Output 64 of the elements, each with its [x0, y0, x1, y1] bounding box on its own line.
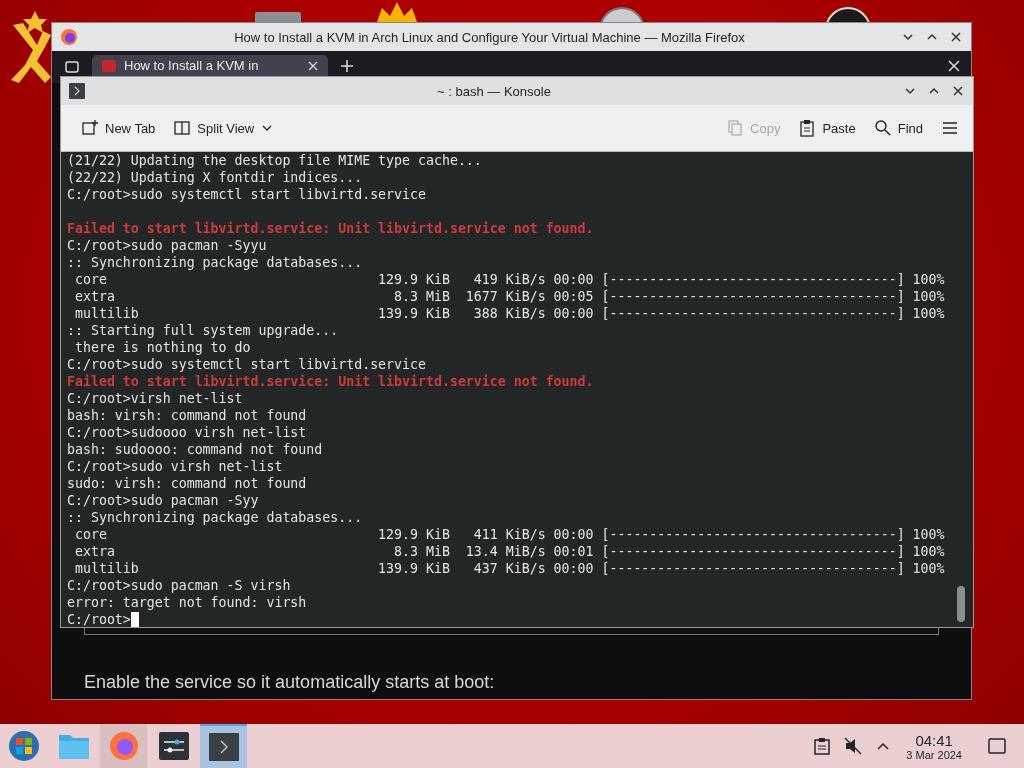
window-title: How to Install a KVM in Arch Linux and Configure Your Virtual Machine — Mozilla Firefox: [233, 29, 746, 45]
new-tab-icon[interactable]: [340, 59, 354, 73]
error-line: Failed to start libvirtd.service: Unit libvirtd.service not found.: [67, 221, 594, 236]
terminal-line: :: Synchronizing package databases...: [67, 510, 363, 525]
clock-time[interactable]: 04:41: [915, 731, 953, 749]
terminal-line: :: Starting full system upgrade...: [67, 323, 339, 338]
clipboard-icon[interactable]: [814, 737, 831, 755]
clipboard-icon: [798, 119, 817, 137]
window-title: ~ : bash — Konsole: [436, 83, 552, 99]
terminal-icon: [208, 733, 239, 761]
search-icon: [873, 119, 892, 137]
terminal-line: C:/root>sudo virsh net-list: [67, 459, 283, 474]
error-line: Failed to start libvirtd.service: Unit libvirtd.service not found.: [67, 374, 594, 389]
terminal-line: C:/root>sudo pacman -S virsh: [67, 578, 291, 593]
terminal-line: core 129.9 KiB 419 KiB/s 00:00 [------------------------------------] 100%: [73, 272, 945, 287]
terminal-icon[interactable]: [69, 83, 85, 99]
terminal-task-button[interactable]: [200, 724, 247, 768]
desktop-icon: [255, 12, 301, 22]
terminal-line: multilib 139.9 KiB 388 KiB/s 00:00 [------------------------------------] 100%: [73, 306, 945, 321]
terminal-line: C:/root>sudoooo virsh net-list: [67, 425, 307, 440]
sliders-icon: [158, 732, 189, 760]
paste-button[interactable]: Paste: [792, 115, 862, 141]
split-view-icon: [173, 119, 192, 137]
terminal-line: bash: sudoooo: command not found: [67, 442, 323, 457]
paragraph: Enable the service so it automatically starts at boot:: [84, 672, 495, 693]
scrollbar[interactable]: [957, 586, 965, 622]
close-icon[interactable]: [951, 84, 965, 98]
terminal-line: bash: virsh: command not found: [67, 408, 307, 423]
close-icon[interactable]: [947, 59, 961, 73]
folder-icon: [57, 732, 90, 760]
terminal-line: C:/root>virsh net-list: [67, 391, 243, 406]
terminal-line: extra 8.3 MiB 13.4 MiB/s 00:01 [------------------------------------] 100%: [73, 544, 945, 559]
terminal-line: multilib 139.9 KiB 437 KiB/s 00:00 [------------------------------------] 100%: [73, 561, 945, 576]
browser-tab[interactable]: How to Install a KVM in: [92, 55, 328, 76]
text-cursor: [130, 612, 139, 627]
terminal-line: error: target not found: virsh: [67, 595, 307, 610]
favicon-icon: [102, 59, 116, 72]
close-icon[interactable]: [308, 60, 318, 71]
terminal-line: C:/root>sudo systemctl start libvirtd.service: [67, 187, 426, 202]
firefox-icon[interactable]: [60, 28, 78, 46]
clock-date[interactable]: 3 Mar 2024: [906, 748, 962, 761]
terminal-line: (22/22) Updating X fontdir indices...: [67, 170, 363, 185]
browser-icon: [108, 731, 139, 761]
new-tab-icon: [81, 119, 99, 137]
find-button[interactable]: Find: [867, 115, 929, 141]
terminal-line: extra 8.3 MiB 1677 KiB/s 00:05 [------------------------------------] 100%: [73, 289, 945, 304]
show-desktop-icon[interactable]: [988, 738, 1006, 754]
terminal-line: C:/root>sudo systemctl start libvirtd.service: [67, 357, 426, 372]
terminal-line: C:/root>sudo pacman -Syyu: [67, 238, 267, 253]
terminal-line: (21/22) Updating the desktop file MIME type cache...: [67, 153, 482, 168]
terminal-line: :: Synchronizing package databases...: [67, 255, 363, 270]
copy-icon: [726, 119, 745, 137]
prompt-line: C:/root>: [67, 612, 131, 627]
tab-list-icon[interactable]: [64, 59, 80, 75]
menu-icon: [941, 119, 959, 137]
split-view-button[interactable]: Split View: [167, 115, 281, 141]
close-icon[interactable]: [949, 30, 963, 44]
terminal-line: there is nothing to do: [73, 340, 251, 355]
terminal-line: core 129.9 KiB 411 KiB/s 00:00 [------------------------------------] 100%: [73, 527, 945, 542]
muted-speaker-icon[interactable]: [844, 737, 863, 755]
start-icon: [7, 730, 40, 762]
terminal-line: C:/root>sudo pacman -Syy: [67, 493, 259, 508]
new-tab-button[interactable]: New Tab: [75, 115, 162, 141]
terminal-line: sudo: virsh: command not found: [67, 476, 307, 491]
